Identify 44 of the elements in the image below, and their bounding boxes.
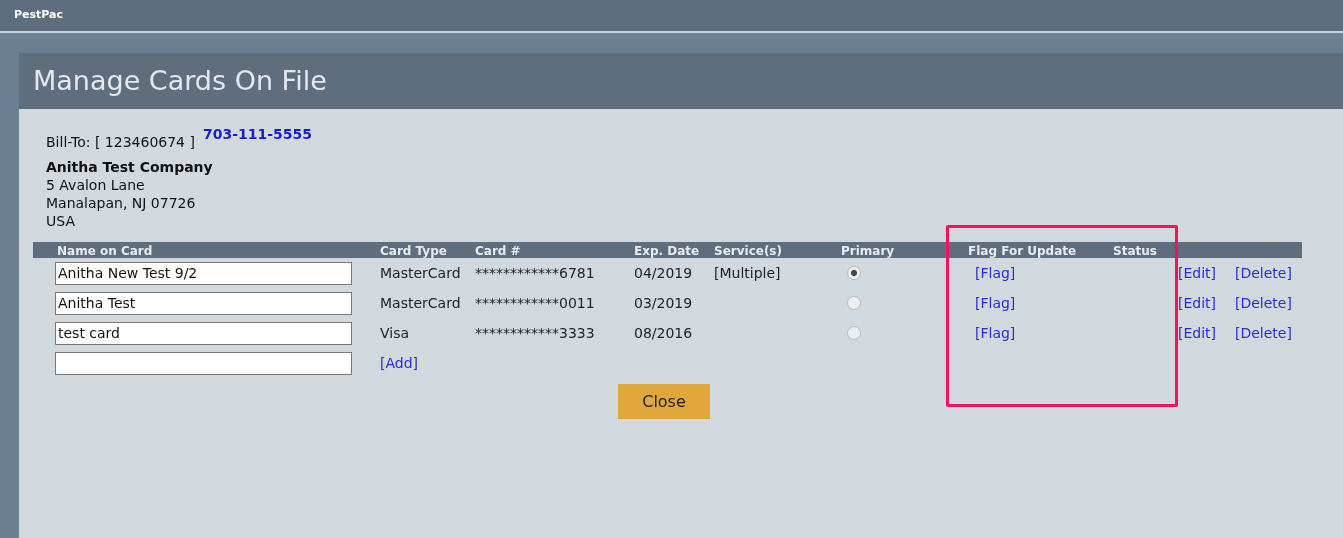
card-number: ************6781 bbox=[475, 263, 596, 283]
services-value: [Multiple] bbox=[714, 264, 781, 281]
card-type: Visa bbox=[380, 323, 411, 343]
column-header: Service(s) bbox=[714, 243, 783, 260]
edit-link[interactable]: [Edit] bbox=[1178, 294, 1217, 311]
primary-radio[interactable] bbox=[847, 296, 861, 310]
column-header: Flag For Update bbox=[968, 243, 1078, 260]
column-header: Status bbox=[1113, 243, 1158, 260]
flag-link[interactable]: [Flag] bbox=[975, 324, 1016, 341]
delete-link[interactable]: [Delete] bbox=[1235, 294, 1292, 311]
expiration-date: 04/2019 bbox=[634, 263, 694, 283]
address-line: USA bbox=[46, 212, 76, 230]
column-header: Exp. Date bbox=[634, 243, 701, 260]
card-number: ************0011 bbox=[475, 293, 596, 313]
add-link[interactable]: [Add] bbox=[380, 354, 419, 371]
delete-link[interactable]: [Delete] bbox=[1235, 324, 1292, 341]
flag-link[interactable]: [Flag] bbox=[975, 294, 1016, 311]
primary-radio[interactable] bbox=[847, 326, 861, 340]
column-header: Card # bbox=[475, 243, 522, 260]
edit-link[interactable]: [Edit] bbox=[1178, 264, 1217, 281]
card-type: MasterCard bbox=[380, 293, 462, 313]
name-input[interactable]: test card bbox=[55, 321, 352, 345]
address-line: 5 Avalon Lane bbox=[46, 176, 146, 194]
dialog-title: Manage Cards On File bbox=[33, 63, 327, 98]
card-type: MasterCard bbox=[380, 263, 462, 283]
app-title: PestPac bbox=[14, 7, 64, 24]
column-header: Card Type bbox=[380, 243, 448, 260]
expiration-date: 03/2019 bbox=[634, 293, 694, 313]
company-name: Anitha Test Company bbox=[46, 158, 214, 176]
phone-number: 703-111-5555 bbox=[202, 125, 312, 143]
column-header: Name on Card bbox=[56, 243, 154, 260]
bill-to-label: Bill-To: [ 123460674 ] bbox=[46, 133, 195, 151]
delete-link[interactable]: [Delete] bbox=[1235, 264, 1292, 281]
expiration-date: 08/2016 bbox=[634, 323, 694, 343]
address-line: Manalapan, NJ 07726 bbox=[46, 194, 197, 212]
column-header: Primary bbox=[841, 243, 896, 260]
new-name-input[interactable] bbox=[55, 351, 352, 375]
name-input[interactable]: Anitha New Test 9/2 bbox=[55, 261, 352, 285]
primary-radio[interactable] bbox=[847, 266, 861, 280]
name-input[interactable]: Anitha Test bbox=[55, 291, 352, 315]
edit-link[interactable]: [Edit] bbox=[1178, 324, 1217, 341]
flag-link[interactable]: [Flag] bbox=[975, 264, 1016, 281]
card-number: ************3333 bbox=[475, 323, 596, 343]
close-button[interactable]: Close bbox=[618, 384, 710, 419]
